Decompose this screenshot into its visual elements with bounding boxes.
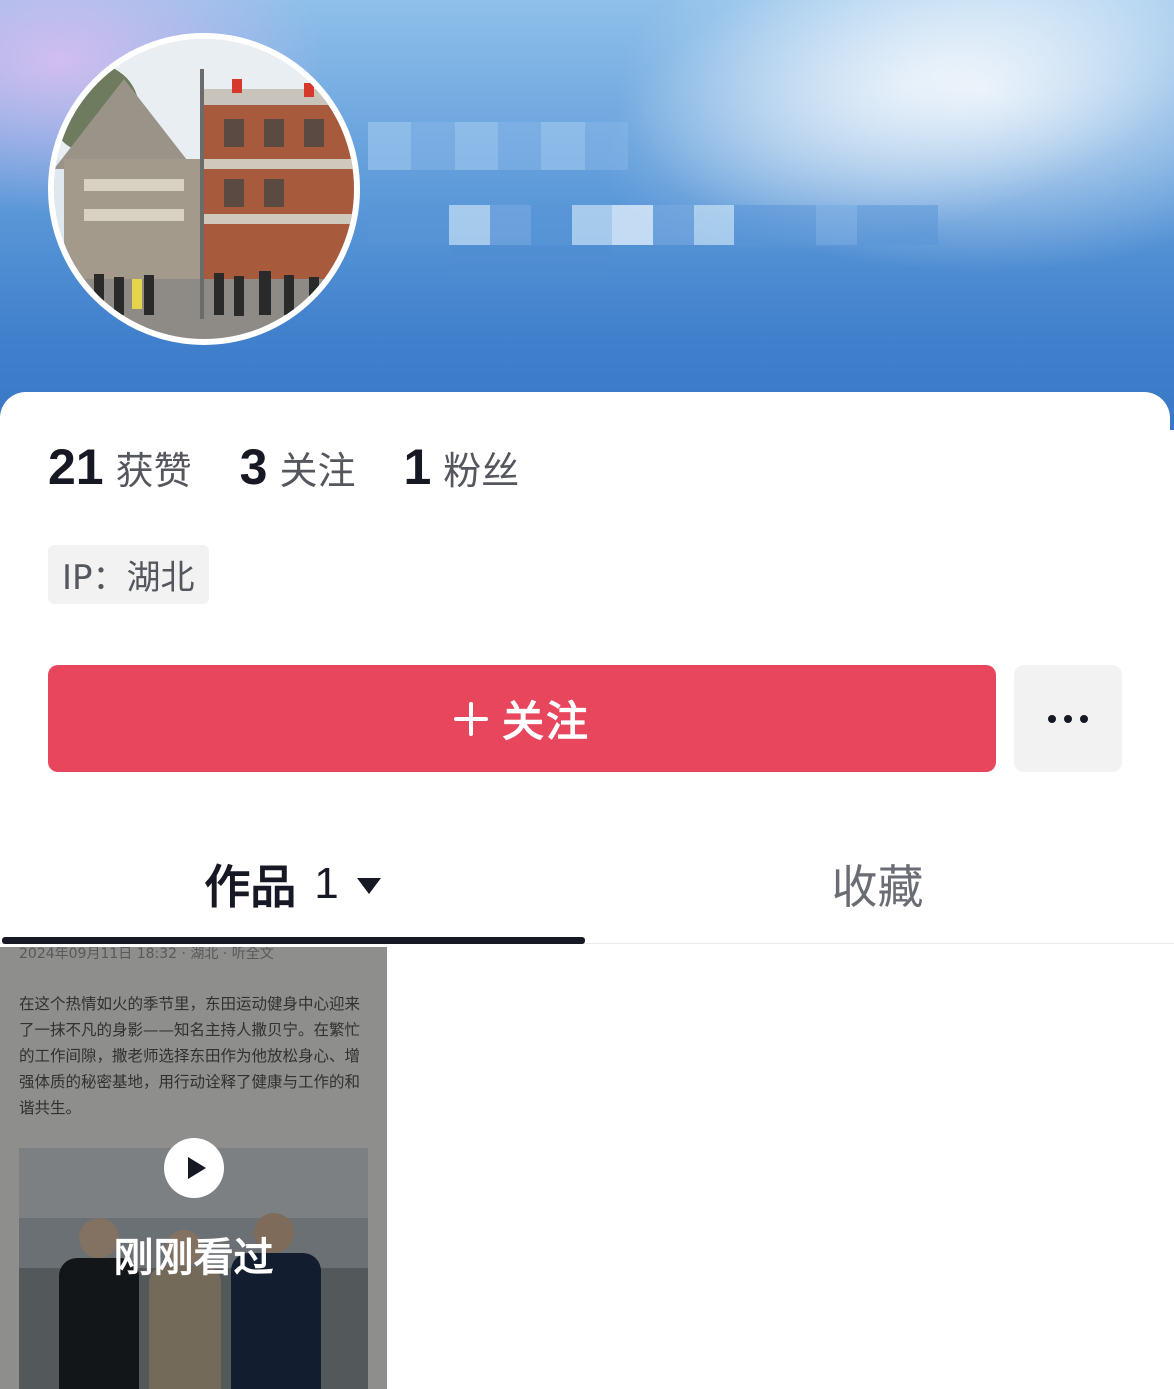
- likes-count: 21: [48, 439, 104, 495]
- active-tab-indicator: [2, 937, 585, 944]
- tab-favorites[interactable]: 收藏: [585, 830, 1170, 938]
- followers-stat[interactable]: 1 粉丝: [403, 438, 519, 496]
- ip-location-badge: IP：湖北: [48, 545, 209, 604]
- following-count: 3: [239, 439, 268, 495]
- profile-header-background: [0, 0, 1174, 430]
- follow-button[interactable]: 关注: [48, 665, 996, 772]
- follow-button-label: 关注: [501, 698, 590, 745]
- tab-works-label: 作品: [204, 860, 297, 914]
- username-pixelated: [368, 122, 628, 170]
- tab-works-count: 1: [314, 859, 339, 908]
- profile-tabs: 作品 1 收藏: [0, 830, 1174, 944]
- bio-pixelated: [450, 245, 610, 279]
- followers-label: 粉丝: [443, 449, 520, 493]
- avatar-building-photo: [54, 39, 354, 339]
- play-icon[interactable]: [164, 1138, 224, 1198]
- caret-down-icon[interactable]: [356, 878, 381, 894]
- header-light-sheen: [528, 0, 1174, 344]
- video-thumbnail[interactable]: 2024年09月11日 18:32 · 湖北 · 听全文 在这个热情如火的季节里…: [0, 947, 387, 1389]
- user-id-pixelated: [368, 205, 938, 245]
- following-label: 关注: [279, 449, 356, 493]
- profile-stats: 21 获赞 3 关注 1 粉丝: [48, 438, 567, 502]
- plus-icon: [453, 701, 488, 736]
- more-options-button[interactable]: [1014, 665, 1122, 772]
- recently-watched-label: 刚刚看过: [113, 1235, 274, 1281]
- followers-count: 1: [403, 439, 432, 495]
- likes-label: 获赞: [115, 449, 192, 493]
- likes-stat[interactable]: 21 获赞: [48, 438, 192, 496]
- avatar[interactable]: [48, 33, 360, 345]
- ellipsis-icon: [1048, 714, 1088, 723]
- tab-works[interactable]: 作品 1: [0, 830, 585, 938]
- tab-favorites-label: 收藏: [831, 860, 924, 914]
- following-stat[interactable]: 3 关注: [240, 438, 356, 496]
